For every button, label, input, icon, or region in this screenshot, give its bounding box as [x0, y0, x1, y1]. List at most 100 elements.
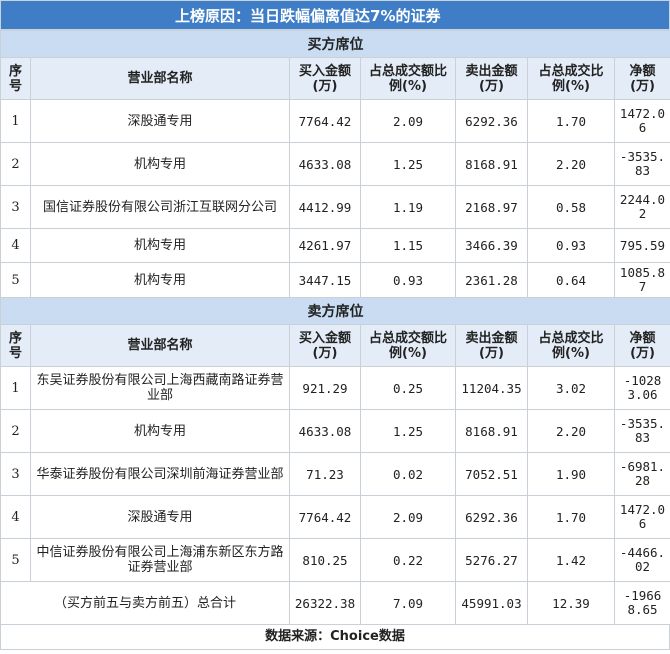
header-buy: 买入金额(万)	[289, 57, 361, 100]
sell-ratio: 0.64	[527, 262, 615, 298]
buy-amount: 71.23	[289, 452, 361, 496]
buy-amount: 3447.15	[289, 262, 361, 298]
buy-amount: 4633.08	[289, 409, 361, 453]
net-amount: -3535.83	[613, 409, 670, 453]
header-net: 净额(万)	[613, 57, 670, 100]
branch-name: 深股通专用	[30, 99, 290, 143]
row-index: 3	[0, 185, 31, 229]
buy-amount: 7764.42	[289, 99, 361, 143]
sell-ratio: 1.70	[527, 99, 615, 143]
row-index: 1	[0, 366, 31, 410]
sell-ratio: 0.58	[527, 185, 615, 229]
buy-amount: 7764.42	[289, 495, 361, 539]
buy-ratio: 2.09	[360, 495, 456, 539]
total-buy: 26322.38	[289, 581, 361, 625]
sell-ratio: 2.20	[527, 409, 615, 453]
sell-ratio: 1.90	[527, 452, 615, 496]
net-amount: -4466.02	[613, 538, 670, 582]
header-buy: 买入金额(万)	[289, 324, 361, 367]
sell-amount: 8168.91	[455, 142, 528, 186]
buy-amount: 4412.99	[289, 185, 361, 229]
header-buy-ratio: 占总成交额比例(%)	[360, 324, 456, 367]
dragon-tiger-list-card: 上榜原因：当日跌幅偏离值达7%的证券 买方席位 序号 营业部名称 买入金额(万)…	[0, 0, 670, 654]
sell-ratio: 3.02	[527, 366, 615, 410]
buy-ratio: 0.22	[360, 538, 456, 582]
branch-name: 中信证券股份有限公司上海浦东新区东方路证券营业部	[30, 538, 290, 582]
header-name: 营业部名称	[30, 324, 290, 367]
buy-amount: 810.25	[289, 538, 361, 582]
sell-ratio: 1.70	[527, 495, 615, 539]
header-buy-ratio: 占总成交额比例(%)	[360, 57, 456, 100]
branch-name: 深股通专用	[30, 495, 290, 539]
header-sell: 卖出金额(万)	[455, 324, 528, 367]
header-sell: 卖出金额(万)	[455, 57, 528, 100]
branch-name: 华泰证券股份有限公司深圳前海证券营业部	[30, 452, 290, 496]
buy-ratio: 1.19	[360, 185, 456, 229]
row-index: 4	[0, 228, 31, 263]
data-source-footer: 数据来源：Choice数据	[0, 625, 670, 650]
net-amount: 1085.87	[613, 262, 670, 298]
buy-amount: 921.29	[289, 366, 361, 410]
sell-section-header: 卖方席位	[0, 297, 670, 325]
net-amount: 1472.06	[613, 99, 670, 143]
row-index: 5	[0, 262, 31, 298]
buy-section-label: 买方席位	[0, 30, 670, 58]
sell-amount: 7052.51	[455, 452, 528, 496]
row-index: 2	[0, 409, 31, 453]
buy-ratio: 1.25	[360, 409, 456, 453]
sell-ratio: 1.42	[527, 538, 615, 582]
table-row: 5 机构专用 3447.15 0.93 2361.28 0.64 1085.87	[0, 262, 670, 298]
branch-name: 东吴证券股份有限公司上海西藏南路证券营业部	[30, 366, 290, 410]
table-row: 3 华泰证券股份有限公司深圳前海证券营业部 71.23 0.02 7052.51 1.90…	[0, 452, 670, 496]
buy-amount: 4633.08	[289, 142, 361, 186]
header-idx: 序号	[0, 324, 31, 367]
net-amount: -10283.06	[613, 366, 670, 410]
trading-seats-table: 买方席位 序号 营业部名称 买入金额(万) 占总成交额比例(%) 卖出金额(万)…	[0, 30, 670, 625]
table-row: 3 国信证券股份有限公司浙江互联网分公司 4412.99 1.19 2168.97 0.5…	[0, 185, 670, 229]
buy-ratio: 1.25	[360, 142, 456, 186]
branch-name: 国信证券股份有限公司浙江互联网分公司	[30, 185, 290, 229]
buy-amount: 4261.97	[289, 228, 361, 263]
net-amount: -3535.83	[613, 142, 670, 186]
table-row: 1 深股通专用 7764.42 2.09 6292.36 1.70 1472.06	[0, 99, 670, 143]
sell-amount: 11204.35	[455, 366, 528, 410]
total-net: -19668.65	[613, 581, 670, 625]
header-sell-ratio: 占总成交比例(%)	[527, 57, 615, 100]
total-label: （买方前五与卖方前五）总合计	[0, 581, 290, 625]
branch-name: 机构专用	[30, 409, 290, 453]
row-index: 5	[0, 538, 31, 582]
total-row: （买方前五与卖方前五）总合计 26322.38 7.09 45991.03 12.39-…	[0, 581, 670, 625]
sell-amount: 2361.28	[455, 262, 528, 298]
row-index: 1	[0, 99, 31, 143]
sell-amount: 3466.39	[455, 228, 528, 263]
table-row: 4 机构专用 4261.97 1.15 3466.39 0.93 795.59	[0, 228, 670, 263]
table-row: 1 东吴证券股份有限公司上海西藏南路证券营业部 921.29 0.25 11204.35…	[0, 366, 670, 410]
net-amount: -6981.28	[613, 452, 670, 496]
buy-column-headers: 序号 营业部名称 买入金额(万) 占总成交额比例(%) 卖出金额(万) 占总成交…	[0, 57, 670, 100]
sell-ratio: 0.93	[527, 228, 615, 263]
sell-ratio: 2.20	[527, 142, 615, 186]
sell-column-headers: 序号 营业部名称 买入金额(万) 占总成交额比例(%) 卖出金额(万) 占总成交…	[0, 324, 670, 367]
net-amount: 795.59	[613, 228, 670, 263]
branch-name: 机构专用	[30, 228, 290, 263]
buy-ratio: 0.93	[360, 262, 456, 298]
sell-section-label: 卖方席位	[0, 297, 670, 325]
table-row: 5 中信证券股份有限公司上海浦东新区东方路证券营业部 810.25 0.22 5276.…	[0, 538, 670, 582]
header-net: 净额(万)	[613, 324, 670, 367]
buy-ratio: 1.15	[360, 228, 456, 263]
table-row: 2 机构专用 4633.08 1.25 8168.91 2.20 -3535.83	[0, 142, 670, 186]
table-row: 2 机构专用 4633.08 1.25 8168.91 2.20 -3535.83	[0, 409, 670, 453]
buy-ratio: 2.09	[360, 99, 456, 143]
buy-ratio: 0.02	[360, 452, 456, 496]
buy-ratio: 0.25	[360, 366, 456, 410]
total-sell-ratio: 12.39	[527, 581, 615, 625]
total-sell: 45991.03	[455, 581, 528, 625]
net-amount: 2244.02	[613, 185, 670, 229]
row-index: 3	[0, 452, 31, 496]
header-sell-ratio: 占总成交比例(%)	[527, 324, 615, 367]
sell-amount: 5276.27	[455, 538, 528, 582]
net-amount: 1472.06	[613, 495, 670, 539]
row-index: 2	[0, 142, 31, 186]
sell-amount: 6292.36	[455, 99, 528, 143]
total-buy-ratio: 7.09	[360, 581, 456, 625]
